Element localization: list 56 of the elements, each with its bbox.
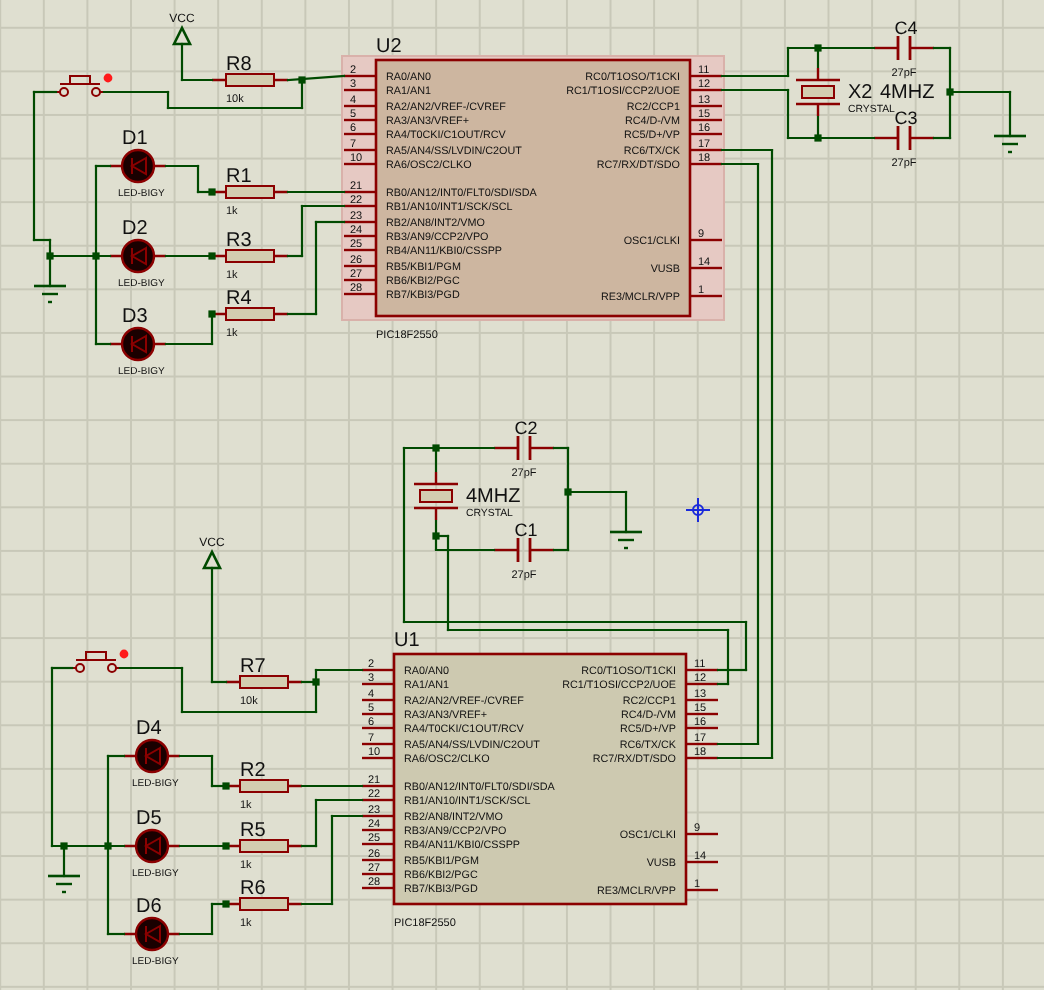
resistor-symbol — [212, 249, 288, 263]
capacitor-symbol — [874, 126, 934, 150]
part-reference: C4 — [894, 18, 918, 38]
power-terminal-symbol — [171, 25, 193, 46]
wire — [286, 190, 346, 194]
part-reference: D3 — [122, 306, 148, 328]
part-reference: R3 — [226, 230, 252, 252]
part-reference: C1 — [514, 520, 538, 540]
capacitor-symbol — [494, 436, 554, 460]
wire — [300, 784, 364, 788]
part-reference: D5 — [136, 808, 162, 830]
led-symbol — [110, 148, 166, 184]
part-reference: D6 — [136, 896, 162, 918]
part-reference: D1 — [122, 128, 148, 150]
resistor-symbol — [226, 675, 302, 689]
led-symbol — [110, 326, 166, 362]
part-reference: R7 — [240, 656, 266, 678]
ground-symbol — [48, 874, 80, 894]
resistor-symbol — [212, 185, 288, 199]
push-button-symbol — [55, 73, 113, 97]
part-reference: R4 — [226, 288, 252, 310]
push-button-symbol — [71, 649, 129, 673]
resistor-symbol — [226, 779, 302, 793]
part-reference: D4 — [136, 718, 162, 740]
wire — [178, 844, 228, 848]
resistor-symbol — [226, 839, 302, 853]
part-reference: U2 — [376, 36, 402, 58]
crystal-symbol — [796, 68, 840, 116]
ground-symbol — [610, 530, 642, 550]
part-reference: R8 — [226, 54, 252, 76]
part-value: 4MHZ — [466, 486, 521, 508]
part-reference: R6 — [240, 878, 266, 900]
part-reference: R2 — [240, 760, 266, 782]
part-reference: C2 — [514, 418, 538, 438]
part-reference: D2 — [122, 218, 148, 240]
power-terminal-symbol — [201, 549, 223, 570]
wire — [164, 254, 214, 258]
part-reference: U1 — [394, 630, 420, 652]
capacitor-symbol — [874, 36, 934, 60]
ground-symbol — [994, 134, 1026, 154]
part-reference: R1 — [226, 166, 252, 188]
part-reference: X2 — [848, 82, 873, 104]
led-symbol — [124, 916, 180, 952]
part-reference: R5 — [240, 820, 266, 842]
led-symbol — [124, 828, 180, 864]
crystal-symbol — [414, 472, 458, 520]
led-symbol — [124, 738, 180, 774]
ground-symbol — [34, 284, 66, 304]
capacitor-symbol — [494, 538, 554, 562]
resistor-symbol — [226, 897, 302, 911]
resistor-symbol — [212, 73, 288, 87]
resistor-symbol — [212, 307, 288, 321]
part-value: 4MHZ — [880, 82, 935, 104]
led-symbol — [110, 238, 166, 274]
cursor-icon — [685, 497, 711, 523]
part-reference: C3 — [894, 108, 918, 128]
